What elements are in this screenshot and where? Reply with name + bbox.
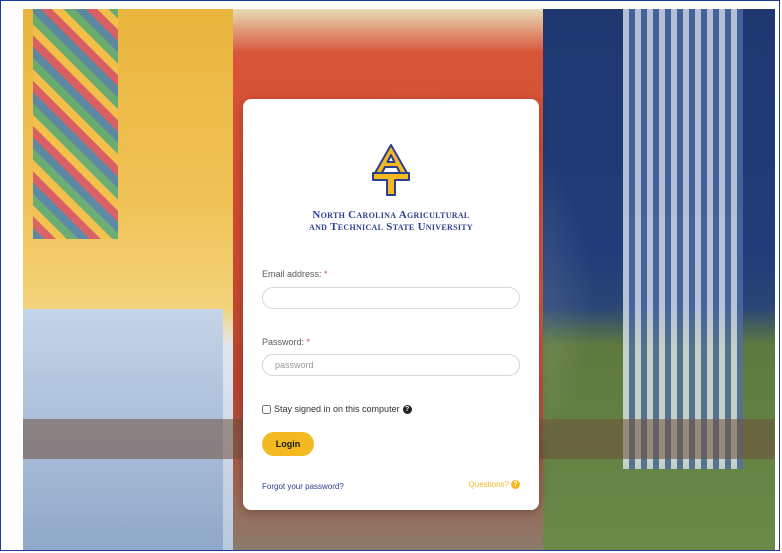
stay-signed-in: Stay signed in on this computer ? (262, 404, 412, 414)
questions-label: Questions? (468, 480, 509, 489)
forgot-password-link[interactable]: Forgot your password? (262, 482, 344, 491)
password-label-text: Password: (262, 337, 305, 347)
logo (243, 143, 539, 197)
questions-link[interactable]: Questions? ? (469, 480, 520, 489)
password-input[interactable] (262, 354, 520, 376)
email-input[interactable] (262, 287, 520, 309)
stay-signed-in-label: Stay signed in on this computer (274, 404, 400, 414)
university-name: North Carolina Agricultural and Technica… (243, 209, 539, 233)
login-button[interactable]: Login (262, 432, 314, 456)
email-label-text: Email address: (262, 269, 322, 279)
password-label: Password: * (262, 337, 310, 347)
login-card: North Carolina Agricultural and Technica… (243, 99, 539, 510)
question-circle-icon[interactable]: ? (402, 404, 412, 414)
university-name-line2: and Technical State University (309, 221, 473, 233)
question-circle-icon: ? (511, 480, 520, 489)
email-label: Email address: * (262, 269, 328, 279)
ncat-logo-icon (372, 144, 410, 196)
screenshot-frame: North Carolina Agricultural and Technica… (0, 0, 780, 551)
email-required-marker: * (324, 269, 328, 279)
stay-signed-in-checkbox[interactable] (262, 404, 271, 414)
university-name-line1: North Carolina Agricultural (312, 209, 470, 221)
password-required-marker: * (306, 337, 311, 347)
